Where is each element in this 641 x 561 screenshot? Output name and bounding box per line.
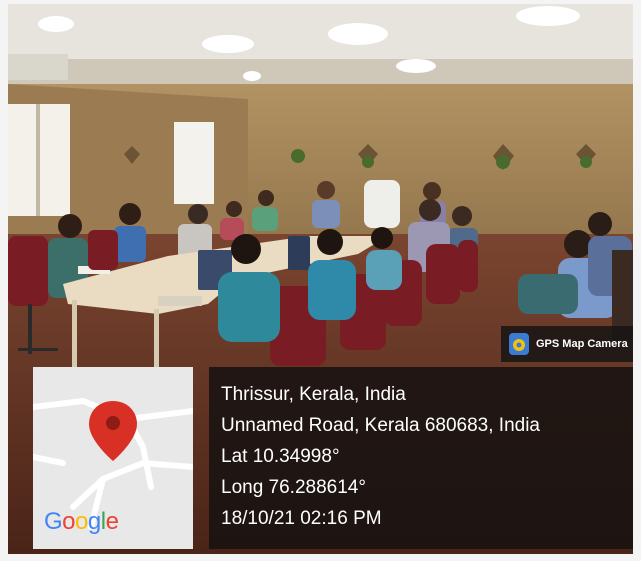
window bbox=[174, 122, 214, 204]
ceiling-light bbox=[328, 23, 388, 45]
latitude: Lat 10.34998° bbox=[221, 446, 340, 467]
badge-label: GPS Map Camera bbox=[536, 338, 628, 350]
location-address: Unnamed Road, Kerala 680683, India bbox=[221, 415, 541, 436]
ceiling-light bbox=[396, 59, 436, 73]
location-info-panel: Thrissur, Kerala, India Unnamed Road, Ke… bbox=[209, 367, 633, 549]
location-city: Thrissur, Kerala, India bbox=[221, 384, 406, 405]
google-logo: Google bbox=[44, 508, 119, 535]
laptop bbox=[288, 236, 310, 270]
ceiling-light bbox=[243, 71, 261, 81]
ceiling-light bbox=[516, 6, 580, 26]
chair bbox=[364, 180, 400, 228]
map-thumbnail: Google bbox=[33, 367, 193, 549]
longitude: Long 76.288614° bbox=[221, 477, 366, 498]
chair bbox=[88, 230, 118, 270]
chair bbox=[8, 236, 48, 306]
gps-map-camera-icon bbox=[509, 333, 529, 355]
ceiling-light bbox=[202, 35, 254, 53]
timestamp: 18/10/21 02:16 PM bbox=[221, 508, 382, 529]
gps-map-camera-badge: GPS Map Camera bbox=[501, 326, 633, 362]
chair bbox=[458, 240, 478, 292]
air-conditioner bbox=[8, 54, 68, 80]
ceiling-light bbox=[38, 16, 74, 32]
chair bbox=[426, 244, 460, 304]
photo-frame: GPS Map Camera Google Thrissur, Kerala, … bbox=[8, 4, 633, 554]
